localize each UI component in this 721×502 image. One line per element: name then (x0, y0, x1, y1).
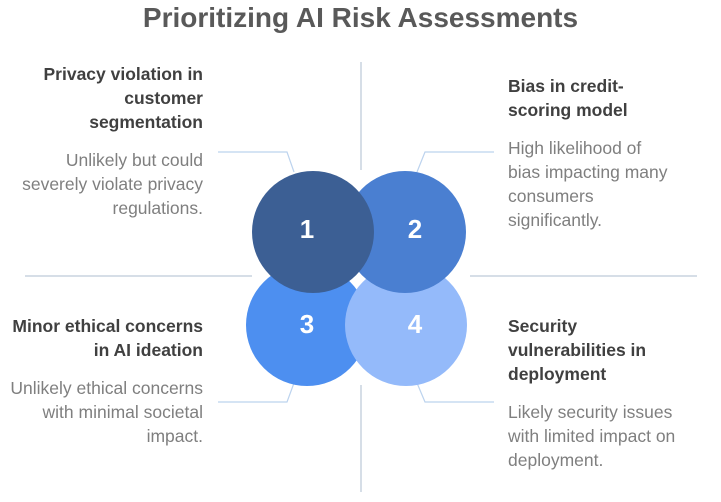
quadrant-3-description: Unlikely ethical concerns with minimal s… (10, 378, 203, 446)
quadrant-2-text: Bias in credit-scoring model High likeli… (508, 74, 678, 232)
quadrant-2-heading: Bias in credit-scoring model (508, 76, 628, 120)
quadrant-4-text: Security vulnerabilities in deployment L… (508, 314, 683, 472)
quadrant-number-1: 1 (299, 214, 315, 244)
connector-3 (218, 382, 295, 403)
quadrant-1-heading: Privacy violation in customer segmentati… (43, 64, 204, 132)
quadrant-3-heading: Minor ethical concerns in AI ideation (12, 316, 203, 360)
quadrant-1-text: Privacy violation in customer segmentati… (8, 62, 203, 220)
quadrant-2-description: High likelihood of bias impacting many c… (508, 138, 668, 230)
quadrant-1-description: Unlikely but could severely violate priv… (22, 150, 203, 218)
quadrant-number-2: 2 (407, 214, 423, 244)
quadrant-4-heading: Security vulnerabilities in deployment (508, 316, 647, 384)
quadrant-3-text: Minor ethical concerns in AI ideation Un… (8, 314, 203, 448)
connector-2 (416, 151, 494, 173)
quadrant-number-3: 3 (299, 309, 315, 339)
connector-1 (218, 151, 295, 173)
quadrant-number-4: 4 (407, 309, 423, 339)
connector-4 (416, 382, 494, 403)
quadrant-4-description: Likely security issues with limited impa… (508, 402, 676, 470)
